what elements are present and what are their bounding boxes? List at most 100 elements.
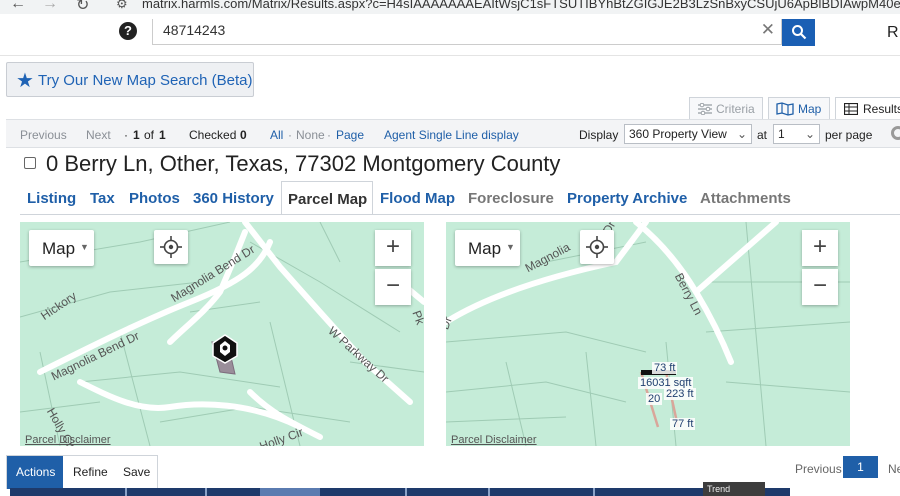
map-type-label: Map	[42, 239, 76, 258]
reload-icon[interactable]: ↻	[76, 0, 89, 14]
parcel-disclaimer-link[interactable]: Parcel Disclaimer	[451, 434, 537, 446]
taskbar	[10, 488, 790, 496]
select-none-link[interactable]: None	[296, 128, 325, 142]
search-button[interactable]	[782, 19, 815, 46]
tab-map-label: Map	[798, 102, 822, 116]
property-checkbox[interactable]	[24, 157, 36, 169]
taskbar-item[interactable]	[260, 488, 320, 496]
action-tabs: Actions Refine Save	[6, 455, 158, 489]
site-info-icon[interactable]: ⚙	[116, 0, 128, 12]
checked-label: Checked	[189, 128, 237, 142]
map-type-button[interactable]: Map ▼	[455, 230, 520, 266]
zoom-out-button[interactable]: −	[375, 269, 411, 305]
tab-attachments-label: Attachments	[700, 190, 791, 207]
select-page-link[interactable]: Page	[336, 128, 364, 142]
tab-360-history-label: 360 History	[193, 190, 274, 207]
map-search-beta-button[interactable]: ★ Try Our New Map Search (Beta)	[6, 62, 254, 97]
tab-save-label: Save	[123, 465, 151, 479]
pager-previous-link[interactable]: Previous	[795, 462, 842, 476]
clear-icon[interactable]: ✕	[761, 20, 775, 40]
parcel-map-right[interactable]: Magnolia Dr Berry Ln Dr 73 ft 16031 sqft…	[446, 222, 850, 446]
tab-property-archive[interactable]: Property Archive	[560, 181, 693, 215]
map-type-button[interactable]: Map ▼	[29, 230, 94, 266]
tab-tax[interactable]: Tax	[83, 181, 121, 215]
tab-listing-label: Listing	[27, 190, 77, 207]
pager-page-current[interactable]: 1	[843, 456, 878, 478]
tab-360-history[interactable]: 360 History	[186, 181, 281, 215]
dimension-label: 223 ft	[664, 388, 696, 400]
display-select[interactable]: 360 Property View ⌄	[624, 124, 752, 144]
bullet: ·	[124, 128, 128, 142]
display-select-value: 360 Property View	[629, 127, 727, 141]
search-input[interactable]	[161, 21, 741, 39]
property-title: 0 Berry Ln, Other, Texas, 77302 Montgome…	[46, 151, 561, 176]
gear-icon[interactable]	[891, 126, 900, 140]
star-icon: ★	[16, 70, 34, 92]
parcel-map-left[interactable]: Magnolia Bend Dr Magnolia Bend Dr Hickor…	[20, 222, 424, 446]
tab-parcel-map[interactable]: Parcel Map	[281, 181, 373, 215]
chevron-down-icon: ⌄	[736, 127, 747, 141]
taskbar-divider	[405, 488, 407, 496]
chevron-down-icon: ⌄	[804, 127, 815, 141]
tab-flood-map[interactable]: Flood Map	[373, 181, 461, 215]
per-page-select[interactable]: 1 ⌄	[773, 124, 820, 144]
taskbar-divider	[593, 488, 595, 496]
taskbar-divider	[125, 488, 127, 496]
tabs-divider	[20, 214, 900, 215]
tab-save[interactable]: Save	[115, 456, 159, 489]
locate-button[interactable]	[580, 230, 614, 264]
locate-button[interactable]	[154, 230, 188, 264]
page-total: 1	[159, 128, 166, 142]
tab-actions-label: Actions	[16, 465, 56, 479]
page-current: 1	[133, 128, 140, 142]
tab-tax-label: Tax	[90, 190, 115, 207]
tab-property-archive-label: Property Archive	[567, 190, 688, 207]
tab-criteria[interactable]: Criteria	[689, 97, 763, 119]
tab-foreclosure[interactable]: Foreclosure	[461, 181, 560, 215]
crosshair-icon	[586, 236, 608, 258]
sliders-icon	[698, 103, 712, 115]
tab-criteria-label: Criteria	[716, 102, 755, 116]
address-bar[interactable]: matrix.harmls.com/Matrix/Results.aspx?c=…	[142, 0, 900, 11]
arrow-right-icon[interactable]: →	[42, 0, 58, 13]
display-label: Display	[579, 128, 619, 142]
zoom-in-button[interactable]: +	[802, 230, 838, 266]
tab-attachments[interactable]: Attachments	[693, 181, 797, 215]
map-search-beta-label: Try Our New Map Search (Beta)	[38, 72, 253, 89]
map-type-label: Map	[468, 239, 502, 258]
previous-link[interactable]: Previous	[20, 128, 67, 142]
tab-parcel-map-label: Parcel Map	[288, 191, 368, 208]
tab-map[interactable]: Map	[768, 97, 830, 119]
zoom-out-button[interactable]: −	[802, 269, 838, 305]
search-box: ✕	[152, 19, 782, 45]
arrow-left-icon[interactable]: ←	[10, 0, 26, 13]
tab-results-label: Results	[863, 102, 900, 116]
dimension-label: 73 ft	[652, 362, 678, 374]
tab-photos[interactable]: Photos	[122, 181, 186, 215]
caret-down-icon: ▼	[80, 242, 89, 252]
crosshair-icon	[160, 236, 182, 258]
parcel-disclaimer-link[interactable]: Parcel Disclaimer	[25, 434, 111, 446]
zoom-in-button[interactable]: +	[375, 230, 411, 266]
tab-refine[interactable]: Refine	[63, 456, 115, 489]
table-icon	[844, 103, 858, 115]
cut-off-label: R	[887, 24, 899, 41]
bullet: ·	[288, 128, 292, 142]
agent-display-link[interactable]: Agent Single Line display	[384, 128, 519, 142]
select-all-link[interactable]: All	[270, 128, 283, 142]
results-toolbar: Previous Next · 1 of 1 Checked 0 All · N…	[6, 119, 900, 148]
bullet: ·	[327, 128, 331, 142]
browser-toolbar: ← → ↻ ⚙ matrix.harmls.com/Matrix/Results…	[0, 0, 900, 14]
tab-actions[interactable]: Actions	[7, 456, 63, 489]
per-page-label: per page	[825, 128, 873, 142]
parcel-marker-icon[interactable]	[212, 334, 238, 364]
tab-results[interactable]: Results	[835, 97, 900, 119]
search-icon	[792, 25, 807, 40]
tab-photos-label: Photos	[129, 190, 180, 207]
tab-flood-map-label: Flood Map	[380, 190, 455, 207]
tab-listing[interactable]: Listing	[20, 181, 82, 215]
next-link[interactable]: Next	[86, 128, 111, 142]
pager-next-link[interactable]: Ne	[888, 462, 900, 476]
help-icon[interactable]: ?	[119, 22, 137, 40]
dimension-label: 20	[646, 393, 663, 405]
